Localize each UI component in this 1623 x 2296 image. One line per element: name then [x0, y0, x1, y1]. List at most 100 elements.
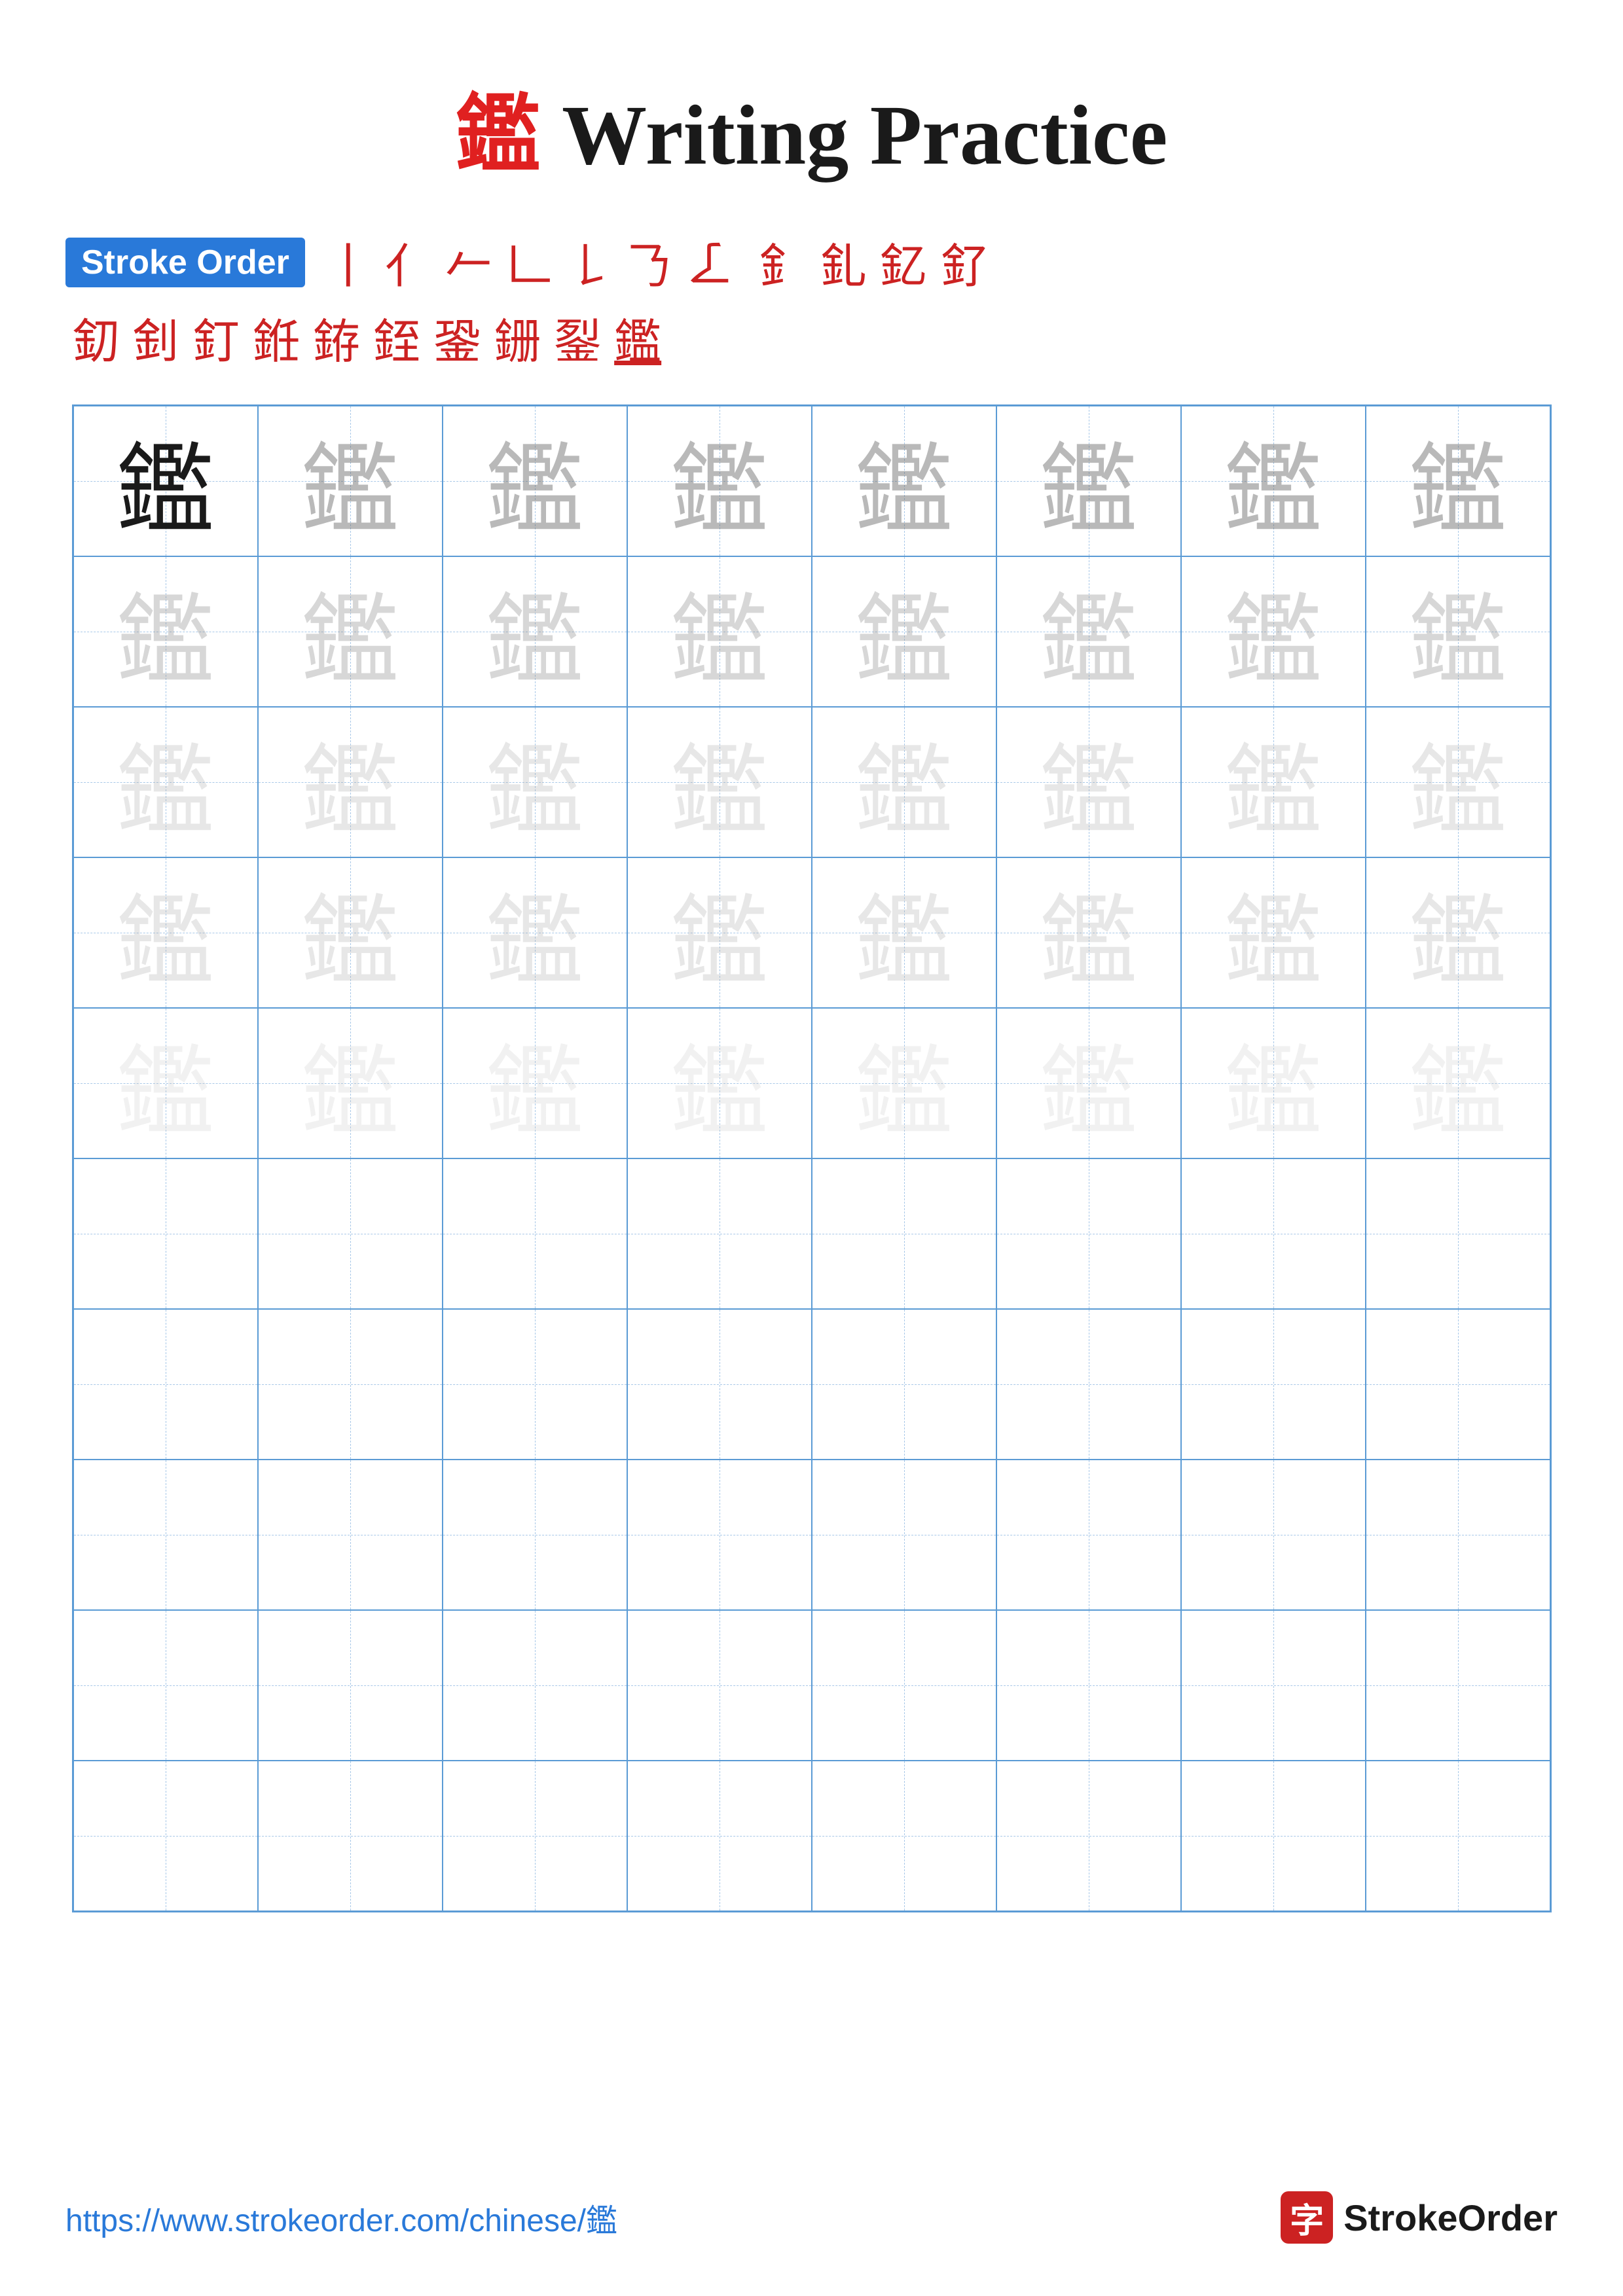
grid-char-light: 鑑: [670, 561, 768, 703]
grid-cell-empty[interactable]: [1181, 1761, 1366, 1911]
stroke-13: 釖: [72, 303, 119, 372]
grid-char-light: 鑑: [1224, 410, 1322, 552]
grid-cell[interactable]: 鑑: [812, 707, 996, 857]
grid-cell-empty[interactable]: [443, 1158, 627, 1309]
grid-char-light: 鑑: [1408, 862, 1506, 1004]
grid-cell[interactable]: 鑑: [443, 1008, 627, 1158]
grid-cell-empty[interactable]: [73, 1309, 258, 1460]
stroke-10: 釓: [820, 228, 867, 296]
grid-cell-empty[interactable]: [73, 1761, 258, 1911]
grid-cell-empty[interactable]: [812, 1460, 996, 1610]
grid-char-light: 鑑: [301, 1013, 399, 1155]
grid-cell-empty[interactable]: [996, 1158, 1181, 1309]
grid-cell-empty[interactable]: [812, 1158, 996, 1309]
grid-cell[interactable]: 鑑: [73, 406, 258, 556]
grid-cell[interactable]: 鑑: [1366, 707, 1550, 857]
grid-cell[interactable]: 鑑: [627, 406, 812, 556]
grid-cell-empty[interactable]: [443, 1309, 627, 1460]
grid-cell-empty[interactable]: [812, 1309, 996, 1460]
page-title: 鑑 Writing Practice: [456, 65, 1168, 188]
grid-cell-empty[interactable]: [1181, 1610, 1366, 1761]
grid-cell-empty[interactable]: [996, 1761, 1181, 1911]
grid-cell-empty[interactable]: [443, 1460, 627, 1610]
grid-cell-empty[interactable]: [627, 1761, 812, 1911]
grid-cell[interactable]: 鑑: [258, 707, 443, 857]
grid-cell[interactable]: 鑑: [1366, 406, 1550, 556]
grid-cell[interactable]: 鑑: [1181, 1008, 1366, 1158]
grid-cell[interactable]: 鑑: [1181, 406, 1366, 556]
grid-cell-empty[interactable]: [73, 1158, 258, 1309]
grid-cell-empty[interactable]: [258, 1158, 443, 1309]
grid-cell[interactable]: 鑑: [73, 556, 258, 707]
grid-cell-empty[interactable]: [627, 1460, 812, 1610]
grid-cell[interactable]: 鑑: [812, 556, 996, 707]
grid-char-light: 鑑: [116, 711, 214, 853]
grid-cell-empty[interactable]: [1181, 1460, 1366, 1610]
stroke-4: 𠃊: [505, 228, 553, 296]
grid-char-light: 鑑: [301, 862, 399, 1004]
grid-cell[interactable]: 鑑: [258, 857, 443, 1008]
grid-cell[interactable]: 鑑: [258, 1008, 443, 1158]
grid-cell-empty[interactable]: [73, 1460, 258, 1610]
grid-cell[interactable]: 鑑: [73, 1008, 258, 1158]
grid-cell[interactable]: 鑑: [1181, 857, 1366, 1008]
title-kanji: 鑑: [456, 88, 541, 183]
grid-cell[interactable]: 鑑: [812, 406, 996, 556]
grid-cell[interactable]: 鑑: [1181, 707, 1366, 857]
grid-cell-empty[interactable]: [73, 1610, 258, 1761]
grid-cell-empty[interactable]: [996, 1610, 1181, 1761]
grid-cell[interactable]: 鑑: [1366, 857, 1550, 1008]
grid-cell[interactable]: 鑑: [1366, 1008, 1550, 1158]
grid-cell-empty[interactable]: [1181, 1309, 1366, 1460]
grid-cell-empty[interactable]: [627, 1158, 812, 1309]
grid-cell[interactable]: 鑑: [996, 556, 1181, 707]
grid-cell[interactable]: 鑑: [627, 707, 812, 857]
grid-cell[interactable]: 鑑: [258, 406, 443, 556]
grid-cell-empty[interactable]: [996, 1460, 1181, 1610]
grid-cell-empty[interactable]: [812, 1610, 996, 1761]
grid-cell[interactable]: 鑑: [1366, 556, 1550, 707]
grid-cell-empty[interactable]: [627, 1610, 812, 1761]
grid-cell-empty[interactable]: [1366, 1158, 1550, 1309]
grid-char-light: 鑑: [670, 410, 768, 552]
grid-cell[interactable]: 鑑: [627, 1008, 812, 1158]
page: 鑑 Writing Practice Stroke Order 丨 亻 𠂉 𠃊 …: [0, 0, 1623, 2296]
grid-cell-empty[interactable]: [258, 1460, 443, 1610]
grid-cell[interactable]: 鑑: [73, 707, 258, 857]
grid-cell[interactable]: 鑑: [996, 857, 1181, 1008]
grid-cell[interactable]: 鑑: [627, 556, 812, 707]
grid-cell[interactable]: 鑑: [996, 707, 1181, 857]
stroke-order-row-1: Stroke Order 丨 亻 𠂉 𠃊 𠄌 𠄎 𠄏 𠄐 釒 釓 釔 釕: [65, 228, 1558, 296]
grid-cell[interactable]: 鑑: [258, 556, 443, 707]
grid-cell[interactable]: 鑑: [996, 406, 1181, 556]
grid-cell[interactable]: 鑑: [443, 707, 627, 857]
grid-cell-empty[interactable]: [258, 1761, 443, 1911]
stroke-order-section: Stroke Order 丨 亻 𠂉 𠃊 𠄌 𠄎 𠄏 𠄐 釒 釓 釔 釕 釖 釗…: [65, 228, 1558, 378]
grid-cell[interactable]: 鑑: [73, 857, 258, 1008]
grid-cell-empty[interactable]: [1366, 1610, 1550, 1761]
grid-cell-empty[interactable]: [627, 1309, 812, 1460]
grid-cell[interactable]: 鑑: [443, 406, 627, 556]
grid-char-light: 鑑: [1224, 862, 1322, 1004]
grid-cell-empty[interactable]: [443, 1610, 627, 1761]
grid-cell-empty[interactable]: [1366, 1460, 1550, 1610]
grid-cell-empty[interactable]: [258, 1610, 443, 1761]
grid-cell-empty[interactable]: [443, 1761, 627, 1911]
grid-char-light: 鑑: [854, 410, 953, 552]
grid-cell[interactable]: 鑑: [443, 556, 627, 707]
grid-cell[interactable]: 鑑: [443, 857, 627, 1008]
grid-cell-empty[interactable]: [1181, 1158, 1366, 1309]
grid-cell-empty[interactable]: [1366, 1309, 1550, 1460]
grid-cell[interactable]: 鑑: [627, 857, 812, 1008]
grid-cell-empty[interactable]: [1366, 1761, 1550, 1911]
grid-cell[interactable]: 鑑: [812, 1008, 996, 1158]
grid-cell-empty[interactable]: [258, 1309, 443, 1460]
grid-cell[interactable]: 鑑: [1181, 556, 1366, 707]
stroke-17: 銌: [313, 303, 360, 372]
grid-cell-empty[interactable]: [812, 1761, 996, 1911]
grid-char-light: 鑑: [1039, 862, 1137, 1004]
grid-cell-empty[interactable]: [996, 1309, 1181, 1460]
grid-char-light: 鑑: [1408, 711, 1506, 853]
grid-cell[interactable]: 鑑: [996, 1008, 1181, 1158]
grid-cell[interactable]: 鑑: [812, 857, 996, 1008]
